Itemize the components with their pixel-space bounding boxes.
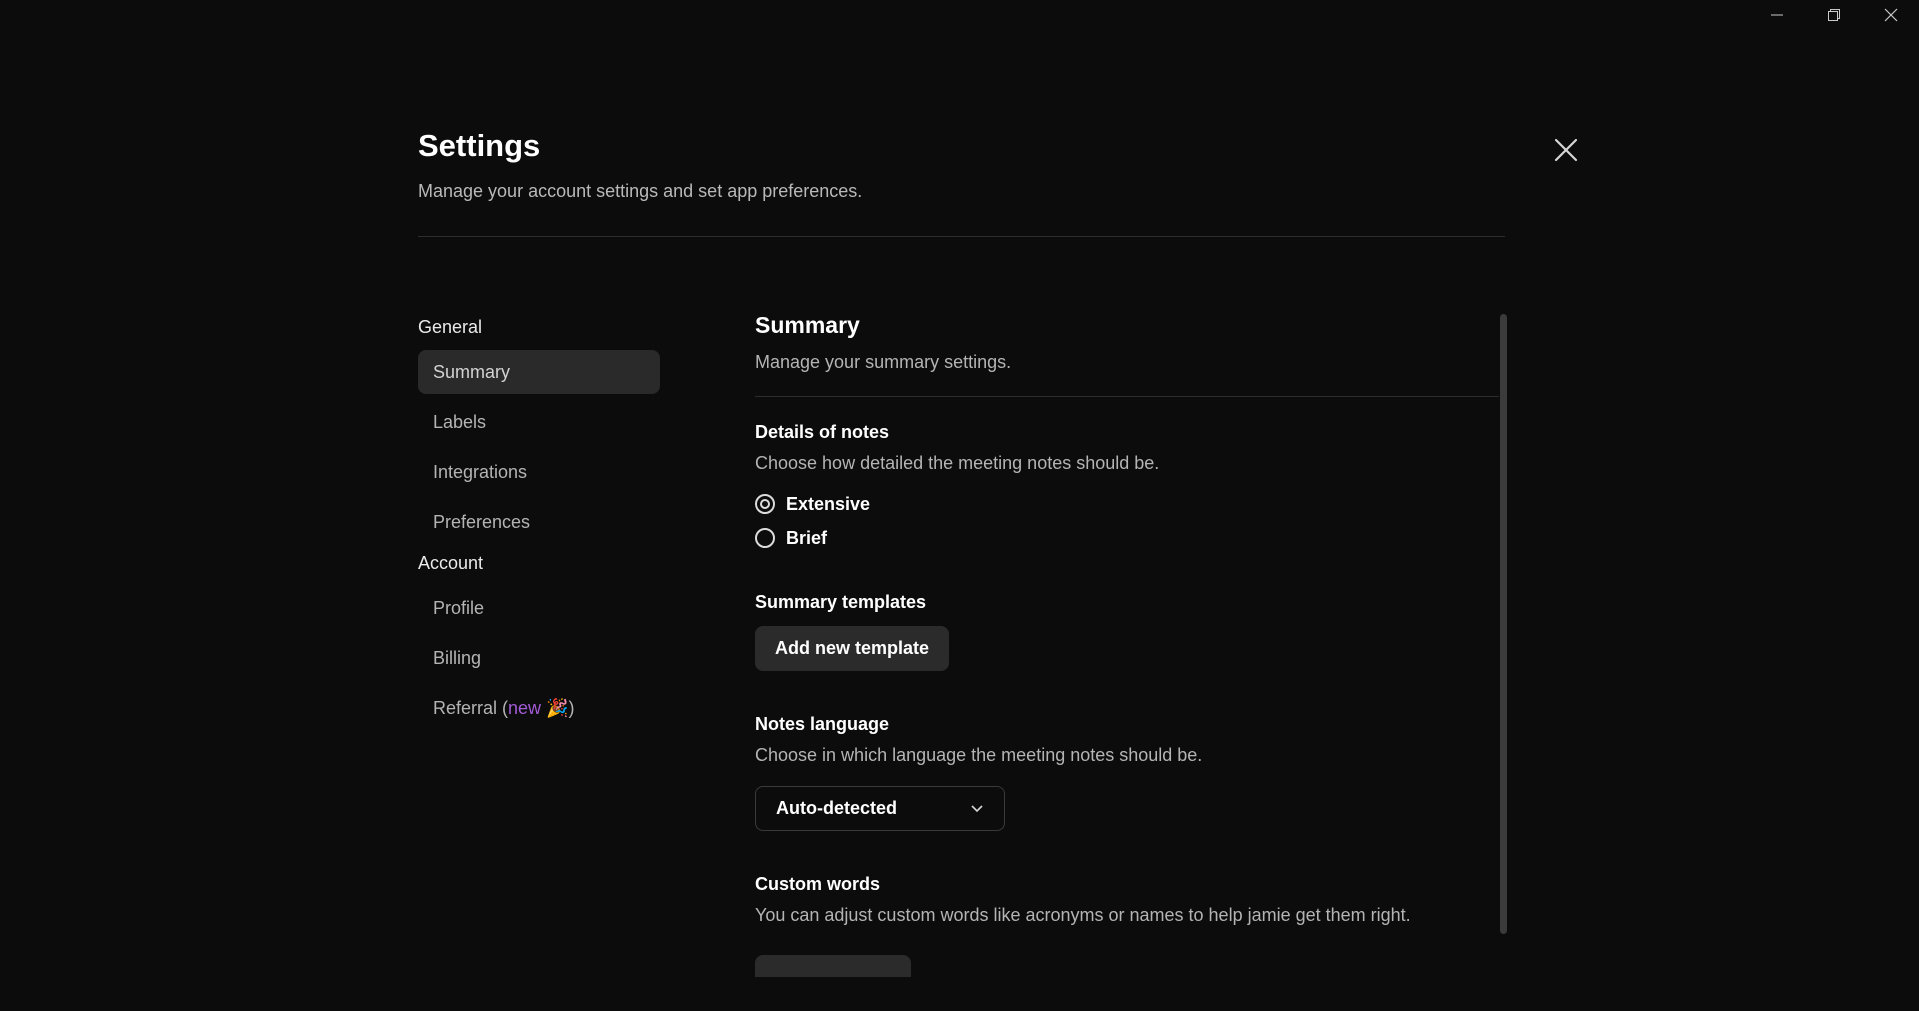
radio-label-extensive: Extensive [786, 493, 871, 514]
window-controls [1748, 0, 1919, 30]
minimize-button[interactable] [1748, 0, 1805, 30]
custom-words-title: Custom words [755, 874, 881, 894]
settings-close-button[interactable] [1550, 134, 1582, 166]
details-title: Details of notes [755, 422, 890, 442]
content-scrollbar[interactable] [1500, 314, 1507, 934]
details-of-notes-section: Details of notes Choose how detailed the… [755, 422, 1499, 550]
language-title: Notes language [755, 714, 890, 734]
restore-button[interactable] [1805, 0, 1862, 30]
sidebar-item-integrations[interactable]: Integrations [418, 450, 660, 494]
radio-option-brief[interactable]: Brief [755, 526, 1499, 550]
sidebar-item-summary[interactable]: Summary [418, 350, 660, 394]
summary-templates-section: Summary templates Add new template [755, 592, 1499, 671]
language-select-value: Auto-detected [776, 798, 897, 818]
close-icon [1554, 138, 1578, 162]
nav-group-general: General [418, 317, 483, 337]
add-template-button[interactable]: Add new template [755, 626, 950, 671]
settings-header: Settings Manage your account settings an… [418, 128, 862, 202]
content-divider [755, 396, 1499, 397]
sidebar-item-profile[interactable]: Profile [418, 586, 660, 630]
custom-words-desc: You can adjust custom words like acronym… [755, 905, 1411, 925]
templates-title: Summary templates [755, 592, 927, 612]
radio-extensive[interactable] [755, 494, 775, 514]
notes-language-section: Notes language Choose in which language … [755, 714, 1499, 831]
section-heading: Summary [755, 312, 860, 338]
window-close-button[interactable] [1862, 0, 1919, 30]
details-desc: Choose how detailed the meeting notes sh… [755, 453, 1160, 473]
sidebar-item-labels[interactable]: Labels [418, 400, 660, 444]
radio-label-brief: Brief [786, 527, 828, 548]
language-select[interactable]: Auto-detected [755, 786, 1005, 831]
custom-words-section: Custom words You can adjust custom words… [755, 874, 1499, 977]
settings-content: Summary Manage your summary settings. De… [755, 312, 1499, 977]
sidebar-item-referral[interactable]: Referral (new 🎉) [418, 686, 660, 730]
sidebar-item-billing[interactable]: Billing [418, 636, 660, 680]
settings-sidebar: General Summary Labels Integrations Pref… [418, 314, 660, 736]
nav-group-account: Account [418, 553, 484, 573]
new-badge: new 🎉 [508, 698, 569, 718]
header-divider [418, 236, 1505, 237]
referral-suffix: ) [568, 698, 575, 718]
referral-label: Referral ( [433, 698, 509, 718]
page-subtitle: Manage your account settings and set app… [418, 181, 863, 201]
section-subtitle: Manage your summary settings. [755, 352, 1012, 372]
radio-selected-dot [760, 499, 770, 509]
radio-option-extensive[interactable]: Extensive [755, 492, 1499, 516]
restore-icon [1827, 9, 1840, 21]
page-title: Settings [418, 128, 541, 163]
minimize-icon [1770, 14, 1783, 16]
close-icon [1884, 8, 1897, 22]
sidebar-item-preferences[interactable]: Preferences [418, 500, 660, 544]
chevron-down-icon [971, 804, 983, 812]
radio-brief[interactable] [755, 528, 775, 548]
language-desc: Choose in which language the meeting not… [755, 745, 1203, 765]
custom-words-button[interactable] [755, 955, 911, 977]
